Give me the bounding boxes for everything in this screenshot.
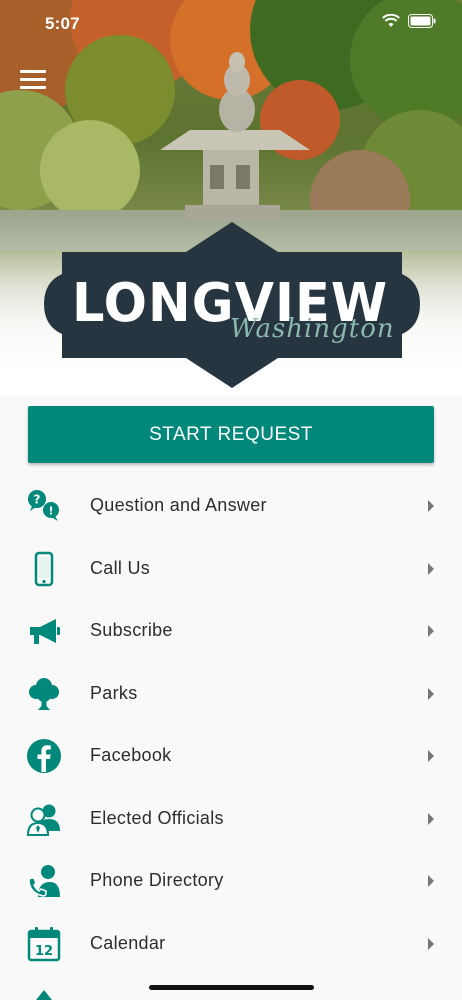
- battery-icon: [408, 14, 436, 28]
- menu-item-label: Calendar: [90, 932, 166, 953]
- menu-item-label: Elected Officials: [90, 807, 224, 828]
- city-logo: LONGVIEW Washington: [44, 222, 420, 392]
- phone-icon: [34, 551, 54, 586]
- menu-list: ? ! Question and Answer Call Us Subscrib…: [0, 475, 462, 975]
- svg-text:12: 12: [35, 944, 53, 959]
- status-time: 5:07: [45, 14, 80, 33]
- chevron-right-icon: [428, 687, 434, 700]
- menu-item-label: Question and Answer: [90, 495, 267, 515]
- next-item-icon: [36, 990, 52, 1000]
- start-request-button[interactable]: START REQUEST: [28, 406, 434, 463]
- chevron-right-icon: [428, 500, 434, 512]
- status-icons: [382, 14, 436, 28]
- svg-text:?: ?: [34, 493, 41, 507]
- menu-item-label: Phone Directory: [90, 870, 224, 890]
- menu-item-label: Parks: [90, 682, 138, 703]
- calendar-icon: 12: [27, 926, 61, 961]
- status-bar: 5:07: [0, 0, 462, 46]
- phone-directory-icon: [28, 865, 60, 897]
- menu-item-call-us[interactable]: Call Us: [0, 538, 462, 601]
- menu-item-label: Call Us: [90, 557, 151, 578]
- megaphone-icon: [30, 619, 60, 644]
- hamburger-line: [20, 78, 46, 81]
- logo-script: Washington: [230, 314, 395, 344]
- svg-text:!: !: [48, 505, 53, 518]
- facebook-icon: [27, 739, 61, 773]
- hamburger-line: [20, 70, 46, 73]
- tree-icon: [29, 677, 59, 710]
- chevron-right-icon: [428, 750, 434, 762]
- hamburger-line: [20, 86, 46, 89]
- chevron-right-icon: [428, 562, 434, 575]
- menu-item-phone-directory[interactable]: Phone Directory: [0, 850, 462, 913]
- officials-icon: [26, 804, 60, 836]
- menu-item-label: Facebook: [90, 745, 172, 765]
- hero-banner: 5:07 LONGVIEW Washington: [0, 0, 462, 396]
- chevron-right-icon: [428, 625, 434, 637]
- menu-item-calendar[interactable]: 12 Calendar: [0, 913, 462, 976]
- question-answer-icon: ? !: [28, 490, 59, 521]
- hamburger-menu-button[interactable]: [20, 70, 46, 92]
- menu-item-question-and-answer[interactable]: ? ! Question and Answer: [0, 475, 462, 538]
- home-indicator[interactable]: [149, 985, 314, 990]
- menu-item-label: Subscribe: [90, 620, 173, 640]
- chevron-right-icon: [428, 937, 434, 950]
- menu-item-parks[interactable]: Parks: [0, 663, 462, 726]
- chevron-right-icon: [428, 812, 434, 825]
- chevron-right-icon: [428, 875, 434, 887]
- menu-item-facebook[interactable]: Facebook: [0, 725, 462, 788]
- menu-item-subscribe[interactable]: Subscribe: [0, 600, 462, 663]
- wifi-icon: [382, 14, 400, 27]
- menu-item-elected-officials[interactable]: Elected Officials: [0, 788, 462, 851]
